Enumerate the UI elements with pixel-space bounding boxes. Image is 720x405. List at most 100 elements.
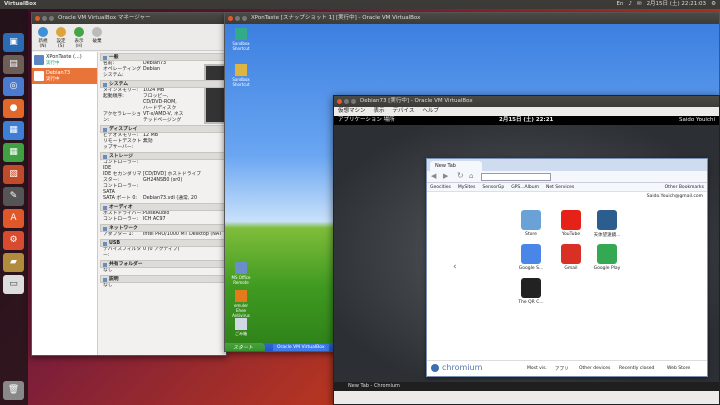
- ntp-app-tile[interactable]: YouTube: [555, 210, 587, 237]
- bookmark-item[interactable]: Geocities: [430, 183, 451, 191]
- tab-strip: New Tab: [427, 159, 707, 171]
- signed-in-user[interactable]: Saido.Youich@gmail.com: [647, 194, 703, 199]
- bookmark-item[interactable]: MySites: [458, 183, 476, 191]
- detail-row: リモートデスクトップサーバー: 無効: [100, 139, 226, 151]
- show-button[interactable]: 表示(H): [72, 26, 86, 49]
- impress-launcher-icon[interactable]: ▧: [3, 165, 24, 184]
- footer-web-store[interactable]: Web Store: [667, 366, 690, 371]
- ntp-app-tile[interactable]: 天体望遠鏡...: [591, 210, 623, 238]
- section-header[interactable]: 説明: [100, 275, 226, 283]
- omnibox[interactable]: [481, 173, 551, 181]
- bookmarks-bar: Geocities MySites SensorGp GPS...Album N…: [427, 183, 707, 192]
- section-header[interactable]: 共有フォルダー: [100, 260, 226, 268]
- app-icon: [597, 244, 617, 264]
- firefox-launcher-icon[interactable]: ●: [3, 99, 24, 118]
- vm-preview-thumbnail: [204, 64, 226, 124]
- taskbar-item[interactable]: Oracle VM VirtualBox: [273, 344, 329, 351]
- home-icon[interactable]: ⌂: [469, 172, 473, 180]
- back-icon[interactable]: ◀: [431, 172, 436, 180]
- close-button[interactable]: [337, 99, 342, 104]
- bookmark-item[interactable]: SensorGp: [482, 183, 504, 191]
- vm-item-debian73[interactable]: Debian73 実行中: [32, 68, 97, 84]
- minimize-button[interactable]: [42, 16, 47, 21]
- section-header[interactable]: システム: [100, 80, 226, 88]
- files-launcher-icon[interactable]: ▤: [3, 55, 24, 74]
- manager-titlebar[interactable]: Oracle VM VirtualBox マネージャー: [32, 13, 226, 24]
- bookmark-item[interactable]: GPS...Album: [511, 183, 539, 191]
- close-button[interactable]: [228, 16, 233, 21]
- section-header[interactable]: USB: [100, 239, 226, 247]
- footer-most-visited[interactable]: Most vis.: [527, 366, 547, 371]
- ntp-app-tile[interactable]: Gmail: [555, 244, 587, 271]
- minimize-button[interactable]: [235, 16, 240, 21]
- clock[interactable]: 2月15日 (土) 22:21:03: [647, 0, 707, 9]
- detail-row: アダプター 1: Intel PRO/1000 MT Desktop (NAT: [100, 232, 226, 238]
- virtualbox-launcher-icon[interactable]: ▣: [3, 33, 24, 52]
- settings-gear-icon[interactable]: ⚙: [711, 0, 716, 9]
- forward-icon[interactable]: ▶: [443, 172, 448, 180]
- footer-other-devices[interactable]: Other devices: [579, 366, 610, 371]
- section-header[interactable]: ディスプレイ: [100, 125, 226, 133]
- section-header[interactable]: ストレージ: [100, 152, 226, 160]
- other-bookmarks[interactable]: Other Bookmarks: [665, 183, 707, 191]
- gear-icon: [56, 27, 66, 37]
- applications-menu[interactable]: アプリケーション 場所: [338, 116, 395, 125]
- app-icon: [597, 210, 617, 230]
- drive-launcher-icon[interactable]: ▭: [3, 275, 24, 294]
- reload-icon[interactable]: ↻: [457, 171, 464, 180]
- writer-launcher-icon[interactable]: ▦: [3, 121, 24, 140]
- detail-value: 0 (0 アクティブ): [143, 247, 180, 252]
- ntp-app-tile[interactable]: The QR C...: [515, 278, 547, 305]
- mail-icon[interactable]: ✉: [637, 0, 642, 9]
- menu-machine[interactable]: 仮想マシン: [338, 107, 366, 116]
- section-header[interactable]: オーディオ: [100, 203, 226, 211]
- recycle-bin[interactable]: ごみ箱: [229, 318, 253, 337]
- calc-launcher-icon[interactable]: ▦: [3, 143, 24, 162]
- desktop-shortcut[interactable]: Sandbox Shortcut: [229, 28, 253, 51]
- taskbar-window-item[interactable]: New Tab - Chromium: [348, 383, 400, 389]
- gnome-clock[interactable]: 2月15日 (土) 22:21: [499, 116, 553, 125]
- footer-recently-closed[interactable]: Recently closed: [619, 366, 654, 371]
- desktop-shortcut[interactable]: emuler Ehee Antivirus: [229, 290, 253, 318]
- maximize-button[interactable]: [49, 16, 54, 21]
- section-header[interactable]: ネットワーク: [100, 224, 226, 232]
- debian-titlebar[interactable]: Debian73 [実行中] - Oracle VM VirtualBox: [334, 96, 719, 107]
- software-center-launcher-icon[interactable]: A: [3, 209, 24, 228]
- keyboard-indicator[interactable]: En: [616, 0, 623, 9]
- menu-help[interactable]: ヘルプ: [422, 107, 439, 116]
- folder-launcher-icon[interactable]: ▰: [3, 253, 24, 272]
- ntp-app-tile[interactable]: Google Play: [591, 244, 623, 271]
- trash-launcher-icon[interactable]: 🗑: [3, 381, 24, 400]
- ntp-app-tile[interactable]: Google S...: [515, 244, 547, 271]
- desktop-shortcut[interactable]: MS Office Remote: [229, 262, 253, 285]
- manager-title: Oracle VM VirtualBox マネージャー: [58, 15, 151, 21]
- maximize-button[interactable]: [351, 99, 356, 104]
- user-menu[interactable]: Saido Youichi: [679, 116, 715, 125]
- detail-key: アクセラレーション:: [103, 112, 142, 123]
- minimize-button[interactable]: [344, 99, 349, 104]
- discard-button[interactable]: 破棄: [90, 26, 104, 48]
- prev-page-icon[interactable]: ‹: [453, 262, 457, 272]
- maximize-button[interactable]: [242, 16, 247, 21]
- menu-view[interactable]: 表示: [374, 107, 385, 116]
- settings-button[interactable]: 設定(S): [54, 26, 68, 49]
- footer-apps[interactable]: アプリ: [555, 366, 569, 372]
- menu-devices[interactable]: デバイス: [393, 107, 415, 116]
- bookmark-item[interactable]: Net Services: [546, 183, 574, 191]
- tab-new-tab[interactable]: New Tab: [430, 161, 482, 171]
- section-header[interactable]: 一般: [100, 53, 226, 61]
- tool-launcher-icon[interactable]: ✎: [3, 187, 24, 206]
- detail-row: コントローラー: SATA: [100, 184, 226, 196]
- start-button[interactable]: スタート: [225, 343, 265, 351]
- chromium-launcher-icon[interactable]: ◎: [3, 77, 24, 96]
- settings-launcher-icon[interactable]: ⚙: [3, 231, 24, 250]
- ntp-app-tile[interactable]: Store: [515, 210, 547, 237]
- vm-item-xpontaste[interactable]: XPonTaste (...) 実行中: [32, 52, 97, 68]
- xp-titlebar[interactable]: XPonTaste [スナップショット 1] [実行中] - Oracle VM…: [225, 13, 719, 24]
- new-vm-button[interactable]: 新規(N): [36, 26, 50, 49]
- close-button[interactable]: [35, 16, 40, 21]
- sound-icon[interactable]: ♪: [628, 0, 632, 9]
- indicator-area[interactable]: En ♪ ✉ 2月15日 (土) 22:21:03 ⚙: [616, 0, 716, 9]
- desktop-shortcut[interactable]: Sandbox Shortcut: [229, 64, 253, 87]
- details-section: USB デバイスフィルター: 0 (0 アクティブ): [100, 239, 226, 259]
